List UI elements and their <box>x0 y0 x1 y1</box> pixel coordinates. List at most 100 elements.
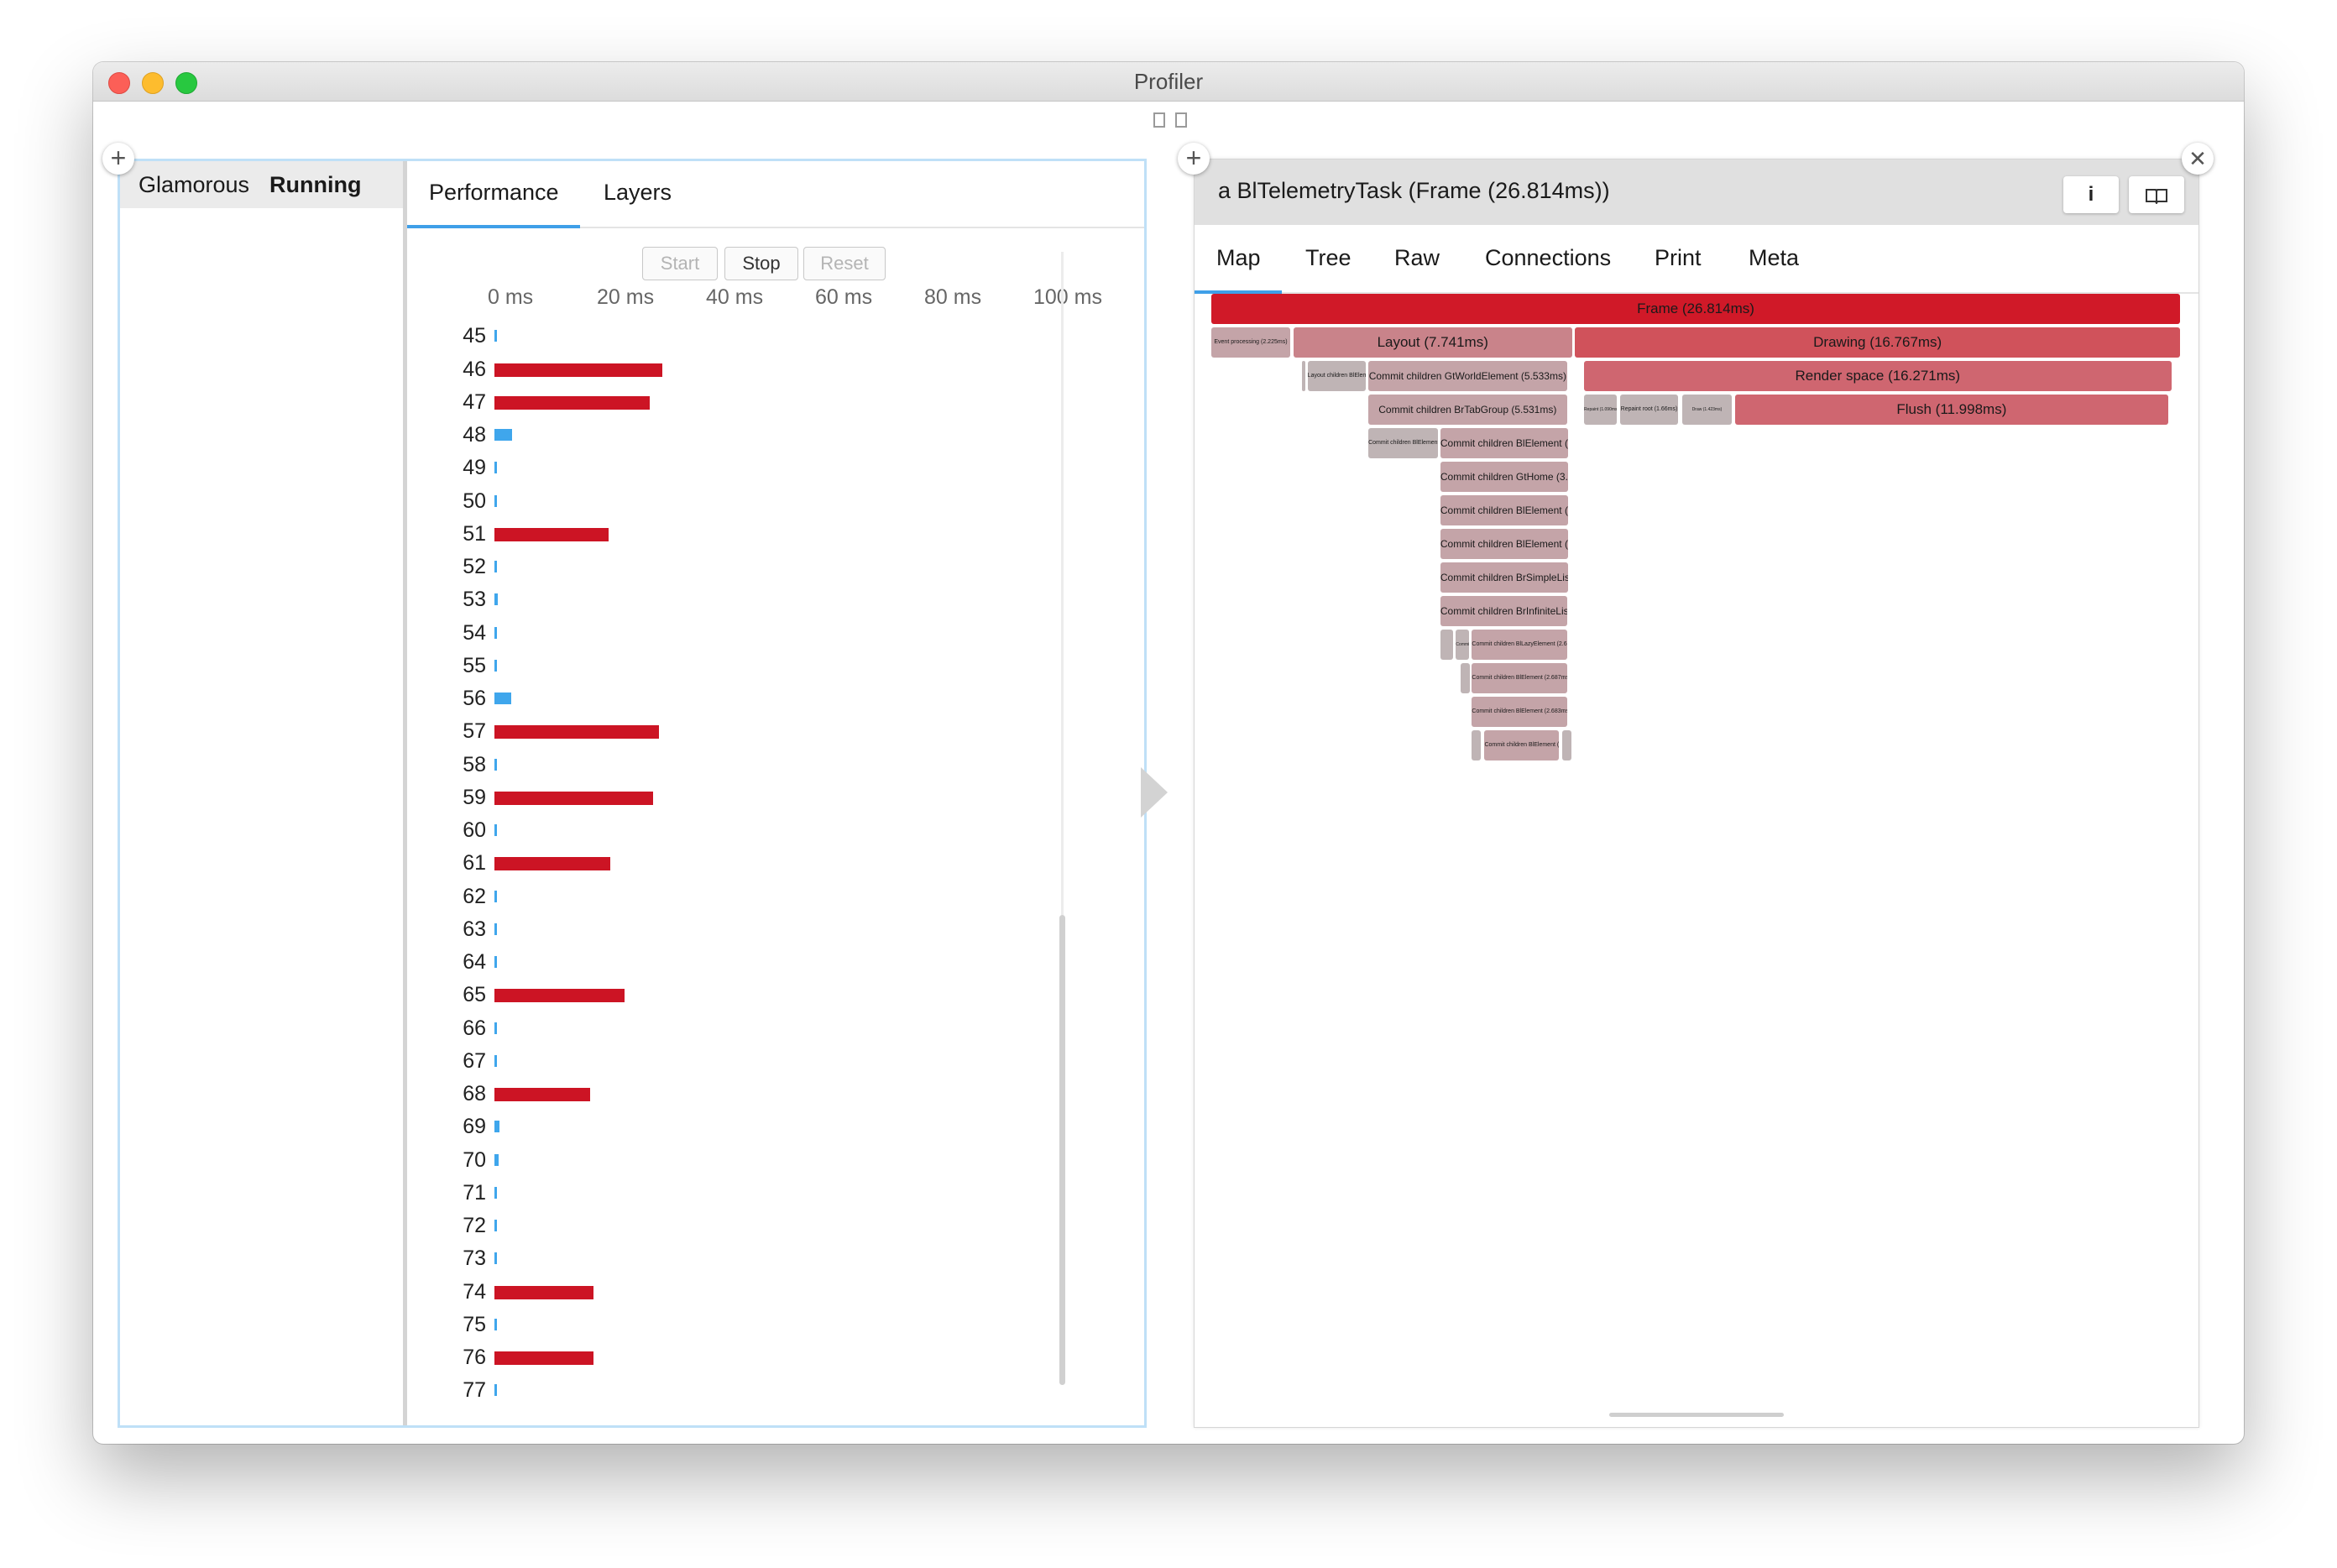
frame-time-bar[interactable] <box>494 857 610 871</box>
flame-node[interactable]: Draw (1.423ms) <box>1682 395 1732 425</box>
frame-time-bar[interactable] <box>494 1220 497 1231</box>
tab-layers[interactable]: Layers <box>604 180 672 206</box>
flame-node[interactable]: Render space (16.271ms) <box>1584 361 2172 391</box>
frame-time-bar[interactable] <box>494 363 663 377</box>
flame-node[interactable]: Commit children BrSimpleList (3.564ms) <box>1440 562 1568 593</box>
frame-time-bar[interactable] <box>494 626 497 639</box>
frame-time-bar[interactable] <box>494 1121 499 1133</box>
flame-node[interactable]: Drawing (16.767ms) <box>1575 327 2181 358</box>
close-pane-button[interactable]: ✕ <box>2182 143 2214 175</box>
tab-connections[interactable]: Connections <box>1485 245 1611 271</box>
flame-node[interactable]: Commit children (0.4ms) <box>1456 630 1469 660</box>
flame-node[interactable]: Event processing (2.225ms) <box>1211 327 1290 358</box>
frame-time-bar[interactable] <box>494 1384 497 1397</box>
performance-area: Performance Layers Start Stop Reset 0 ms… <box>407 161 1144 1425</box>
horizontal-scrollbar[interactable] <box>1609 1413 1784 1417</box>
frame-number-label: 61 <box>463 851 486 875</box>
frame-time-bar[interactable] <box>494 330 497 342</box>
tab-print[interactable]: Print <box>1655 245 1702 271</box>
flame-node[interactable]: Commit children BlElement (2.683ms) <box>1472 697 1568 727</box>
frame-time-bar[interactable] <box>494 659 498 672</box>
flame-node[interactable]: Commit children BlElement (2.104ms) <box>1484 730 1560 760</box>
book-icon[interactable] <box>2129 176 2184 213</box>
frame-time-bar[interactable] <box>494 758 497 771</box>
frame-number-label: 52 <box>463 555 486 578</box>
flame-node[interactable]: Commit children BlElement (1.960ms) <box>1368 428 1438 458</box>
frame-time-bar[interactable] <box>494 593 498 606</box>
frame-time-bar[interactable] <box>494 989 625 1003</box>
frame-time-bar[interactable] <box>494 462 497 474</box>
expand-arrow-icon[interactable] <box>1141 767 1168 818</box>
frame-time-bar[interactable] <box>494 1054 497 1067</box>
frame-number-label: 57 <box>463 719 486 744</box>
frame-time-bar[interactable] <box>494 890 497 902</box>
start-button[interactable]: Start <box>642 247 718 280</box>
frame-time-bar[interactable] <box>494 527 609 541</box>
flame-node[interactable]: Commit children GtHome (3.569ms) <box>1440 462 1568 492</box>
axis-tick-label: 40 ms <box>706 285 764 309</box>
reset-button[interactable]: Reset <box>803 247 886 280</box>
pane-layout-icon-left[interactable] <box>1153 112 1165 128</box>
frame-time-bar[interactable] <box>494 1022 497 1034</box>
tab-raw[interactable]: Raw <box>1394 245 1440 271</box>
axis-tick-label: 20 ms <box>597 285 655 309</box>
frame-number-label: 45 <box>463 324 486 348</box>
frame-time-bar[interactable] <box>494 395 651 410</box>
frame-number-label: 76 <box>463 1346 486 1369</box>
flame-node[interactable] <box>1562 730 1572 760</box>
frame-time-bar[interactable] <box>494 1153 499 1166</box>
frame-time-bar[interactable] <box>494 429 513 441</box>
frame-time-bar[interactable] <box>494 1186 497 1199</box>
flame-node[interactable]: Commit children GtWorldElement (5.533ms) <box>1368 361 1567 391</box>
flame-node[interactable] <box>1301 361 1306 391</box>
frame-number-label: 51 <box>463 521 486 546</box>
vertical-scrollbar[interactable] <box>1059 252 1065 1444</box>
flame-node[interactable]: Commit children BlLazyElement (2.687ms) <box>1472 630 1568 660</box>
frame-time-bar[interactable] <box>494 494 497 507</box>
frame-time-bar[interactable] <box>494 923 497 935</box>
frame-number-label: 71 <box>463 1180 486 1205</box>
flame-node[interactable]: Repaint root (1.66ms) <box>1619 395 1679 425</box>
flame-node[interactable]: Frame (26.814ms) <box>1211 294 2180 324</box>
flame-node[interactable]: Layout (7.741ms) <box>1293 327 1572 358</box>
add-pane-right-button[interactable]: + <box>1178 143 1210 175</box>
flame-node[interactable] <box>1472 730 1482 760</box>
frame-time-bar[interactable] <box>494 1351 594 1365</box>
frame-time-bar[interactable] <box>494 824 497 836</box>
flame-node[interactable] <box>1461 663 1471 693</box>
stop-button[interactable]: Stop <box>724 247 798 280</box>
flame-node[interactable] <box>1440 630 1454 660</box>
tab-performance-underline <box>407 225 580 228</box>
add-pane-left-button[interactable]: + <box>102 143 134 175</box>
tab-map[interactable]: Map <box>1216 245 1261 271</box>
flame-node[interactable]: Flush (11.998ms) <box>1735 395 2168 425</box>
frame-time-bar[interactable] <box>494 1318 497 1330</box>
profiler-window: Profiler + Glamorous Running Performance … <box>93 62 2244 1444</box>
left-sidebar: Glamorous Running <box>120 161 407 1425</box>
flame-node[interactable]: Commit children BlElement (3.571ms) <box>1440 428 1568 458</box>
frame-time-bar[interactable] <box>494 956 497 968</box>
flame-node[interactable]: Commit children BlElement (3.567ms) <box>1440 495 1568 525</box>
frame-time-bar[interactable] <box>494 1285 594 1299</box>
flame-node[interactable]: Commit children BrInfiniteListElement (3… <box>1440 596 1568 626</box>
flame-node[interactable]: Commit children BlElement (2.687ms) <box>1472 663 1568 693</box>
frame-time-bar[interactable] <box>494 725 660 740</box>
flame-node[interactable]: Layout children BlElement (1.665ms) <box>1307 361 1367 391</box>
frame-time-bar[interactable] <box>494 1252 497 1265</box>
frame-time-bar[interactable] <box>494 693 511 704</box>
frame-number-label: 48 <box>463 423 486 447</box>
tab-performance[interactable]: Performance <box>429 180 559 206</box>
tab-meta[interactable]: Meta <box>1749 245 1799 271</box>
tab-tree[interactable]: Tree <box>1305 245 1351 271</box>
pane-layout-icon-right[interactable] <box>1175 112 1187 128</box>
flame-node[interactable]: Commit children BrTabGroup (5.531ms) <box>1368 395 1567 425</box>
frame-bar-chart: 44 45 46 47 48 49 50 51 52 53 54 55 56 57 58 59 60 61 62 63… <box>407 312 1144 1425</box>
axis-tick-label: 80 ms <box>924 285 982 309</box>
frame-time-bar[interactable] <box>494 1088 591 1101</box>
flame-node[interactable]: Commit children BlElement (3.566ms) <box>1440 529 1568 559</box>
flame-node[interactable]: Repaint (1.090ms) <box>1584 395 1617 425</box>
info-icon[interactable]: i <box>2063 176 2119 213</box>
frame-number-label: 70 <box>463 1147 486 1172</box>
frame-time-bar[interactable] <box>494 561 497 572</box>
frame-time-bar[interactable] <box>494 791 653 805</box>
